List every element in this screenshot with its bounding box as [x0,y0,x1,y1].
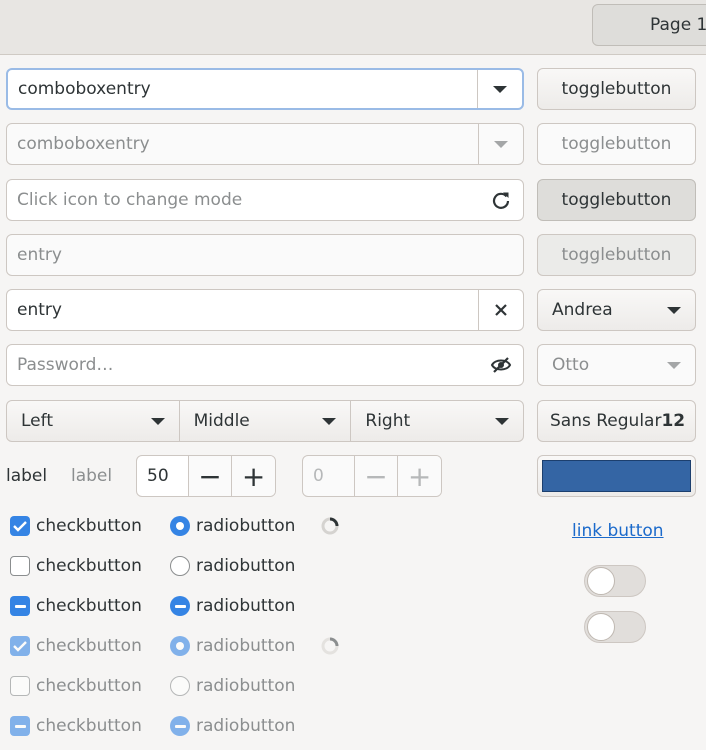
spin-value-disabled: 0 [313,466,324,486]
switch-knob [587,567,615,595]
radiobutton-label: radiobutton [196,676,296,696]
combo-andrea-label: Andrea [552,300,613,320]
combo-otto-disabled: Otto [537,344,696,386]
checkbutton-label: checkbutton [36,596,142,616]
password-placeholder[interactable]: Password… [7,355,479,375]
chevron-down-icon [495,417,509,425]
font-size: 12 [661,411,686,431]
checkbutton-unchecked[interactable]: checkbutton [10,556,142,576]
color-button[interactable] [537,455,696,497]
radio-unchecked-icon [170,676,190,696]
entry-disabled: entry [6,234,524,276]
font-name: Sans Regular [550,411,662,431]
combo-left[interactable]: Left [6,400,180,442]
radiobutton-label: radiobutton [196,716,296,736]
plus-icon: + [397,456,441,496]
checkbox-mixed-icon [10,716,30,736]
minus-icon[interactable]: − [187,456,232,496]
radiobutton-checked-disabled: radiobutton [170,636,295,656]
radiobutton-unchecked[interactable]: radiobutton [170,556,295,576]
combo-right[interactable]: Right [351,400,524,442]
combobox-entry-disabled: comboboxentry [6,123,524,165]
radiobutton-label: radiobutton [196,556,296,576]
radio-mixed-icon [170,716,190,736]
color-swatch [542,460,691,492]
spin-button-disabled: 0 − + [302,455,442,497]
combobox-dropdown-disabled [478,124,523,164]
combobox-dropdown-button[interactable] [477,70,522,108]
minus-icon: − [353,456,398,496]
label: label [6,466,48,486]
switch-knob [587,613,615,641]
checkbutton-checked-disabled: checkbutton [10,636,142,656]
radio-checked-icon[interactable] [170,516,190,536]
chevron-down-icon [150,417,165,425]
spin-button[interactable]: 50 − + [136,455,276,497]
checkbutton-checked[interactable]: checkbutton [10,516,142,536]
mode-entry-placeholder[interactable]: Click icon to change mode [7,190,479,210]
checkbox-checked-icon[interactable] [10,516,30,536]
combo-right-label: Right [365,411,411,431]
chevron-down-icon [667,361,681,369]
checkbutton-label: checkbutton [36,636,142,656]
toggle-button-4-active-disabled: togglebutton [537,234,696,276]
radiobutton-inconsistent[interactable]: radiobutton [170,596,295,616]
radiobutton-label: radiobutton [196,636,296,656]
entry-text[interactable]: entry [7,300,478,320]
radio-checked-icon [170,636,190,656]
combo-andrea[interactable]: Andrea [537,289,696,331]
checkbox-mixed-icon[interactable] [10,596,30,616]
combobox-entry-text[interactable]: comboboxentry [8,79,477,99]
switch-off-2[interactable] [584,611,646,643]
spin-value[interactable]: 50 [137,456,188,496]
checkbutton-label: checkbutton [36,516,142,536]
radio-unchecked-icon[interactable] [170,556,190,576]
checkbox-checked-icon [10,636,30,656]
chevron-down-icon [322,417,337,425]
combo-middle-label: Middle [193,411,250,431]
checkbutton-label: checkbutton [36,676,142,696]
clear-icon[interactable] [478,290,523,330]
entry-with-clear[interactable]: entry [6,289,524,331]
radiobutton-label: radiobutton [196,516,296,536]
spinner-icon-disabled [321,637,339,655]
chevron-down-icon [493,85,507,93]
toggle-button-3-active[interactable]: togglebutton [537,179,696,221]
segmented-combos: Left Middle Right [6,400,524,442]
tab-page-1[interactable]: Page 1 [592,4,706,46]
combo-otto-label: Otto [552,355,590,375]
radio-mixed-icon[interactable] [170,596,190,616]
radiobutton-unchecked-disabled: radiobutton [170,676,295,696]
checkbutton-unchecked-disabled: checkbutton [10,676,142,696]
chevron-down-icon [667,306,681,314]
password-entry[interactable]: Password… [6,344,524,386]
checkbox-unchecked-icon[interactable] [10,556,30,576]
radiobutton-label: radiobutton [196,596,296,616]
entry-disabled-placeholder: entry [17,245,62,265]
label-disabled: label [71,466,113,486]
radiobutton-checked[interactable]: radiobutton [170,516,295,536]
combo-middle[interactable]: Middle [179,400,352,442]
plus-icon[interactable]: + [231,456,275,496]
combobox-entry-disabled-text: comboboxentry [17,134,150,154]
checkbutton-inconsistent-disabled: checkbutton [10,716,142,736]
link-button[interactable]: link button [572,521,664,541]
eye-hidden-icon[interactable] [479,356,523,374]
checkbox-unchecked-icon [10,676,30,696]
mode-entry[interactable]: Click icon to change mode [6,179,524,221]
checkbutton-inconsistent[interactable]: checkbutton [10,596,142,616]
combo-left-label: Left [21,411,53,431]
switch-off[interactable] [584,565,646,597]
checkbutton-label: checkbutton [36,716,142,736]
radiobutton-inconsistent-disabled: radiobutton [170,716,295,736]
refresh-icon[interactable] [479,190,523,210]
toggle-button-1[interactable]: togglebutton [537,68,696,110]
chevron-down-icon [494,140,508,148]
checkbutton-label: checkbutton [36,556,142,576]
spinner-icon [321,517,339,535]
font-button[interactable]: Sans Regular 12 [537,400,696,442]
combobox-entry[interactable]: comboboxentry [6,68,524,110]
toggle-button-2-disabled: togglebutton [537,123,696,165]
